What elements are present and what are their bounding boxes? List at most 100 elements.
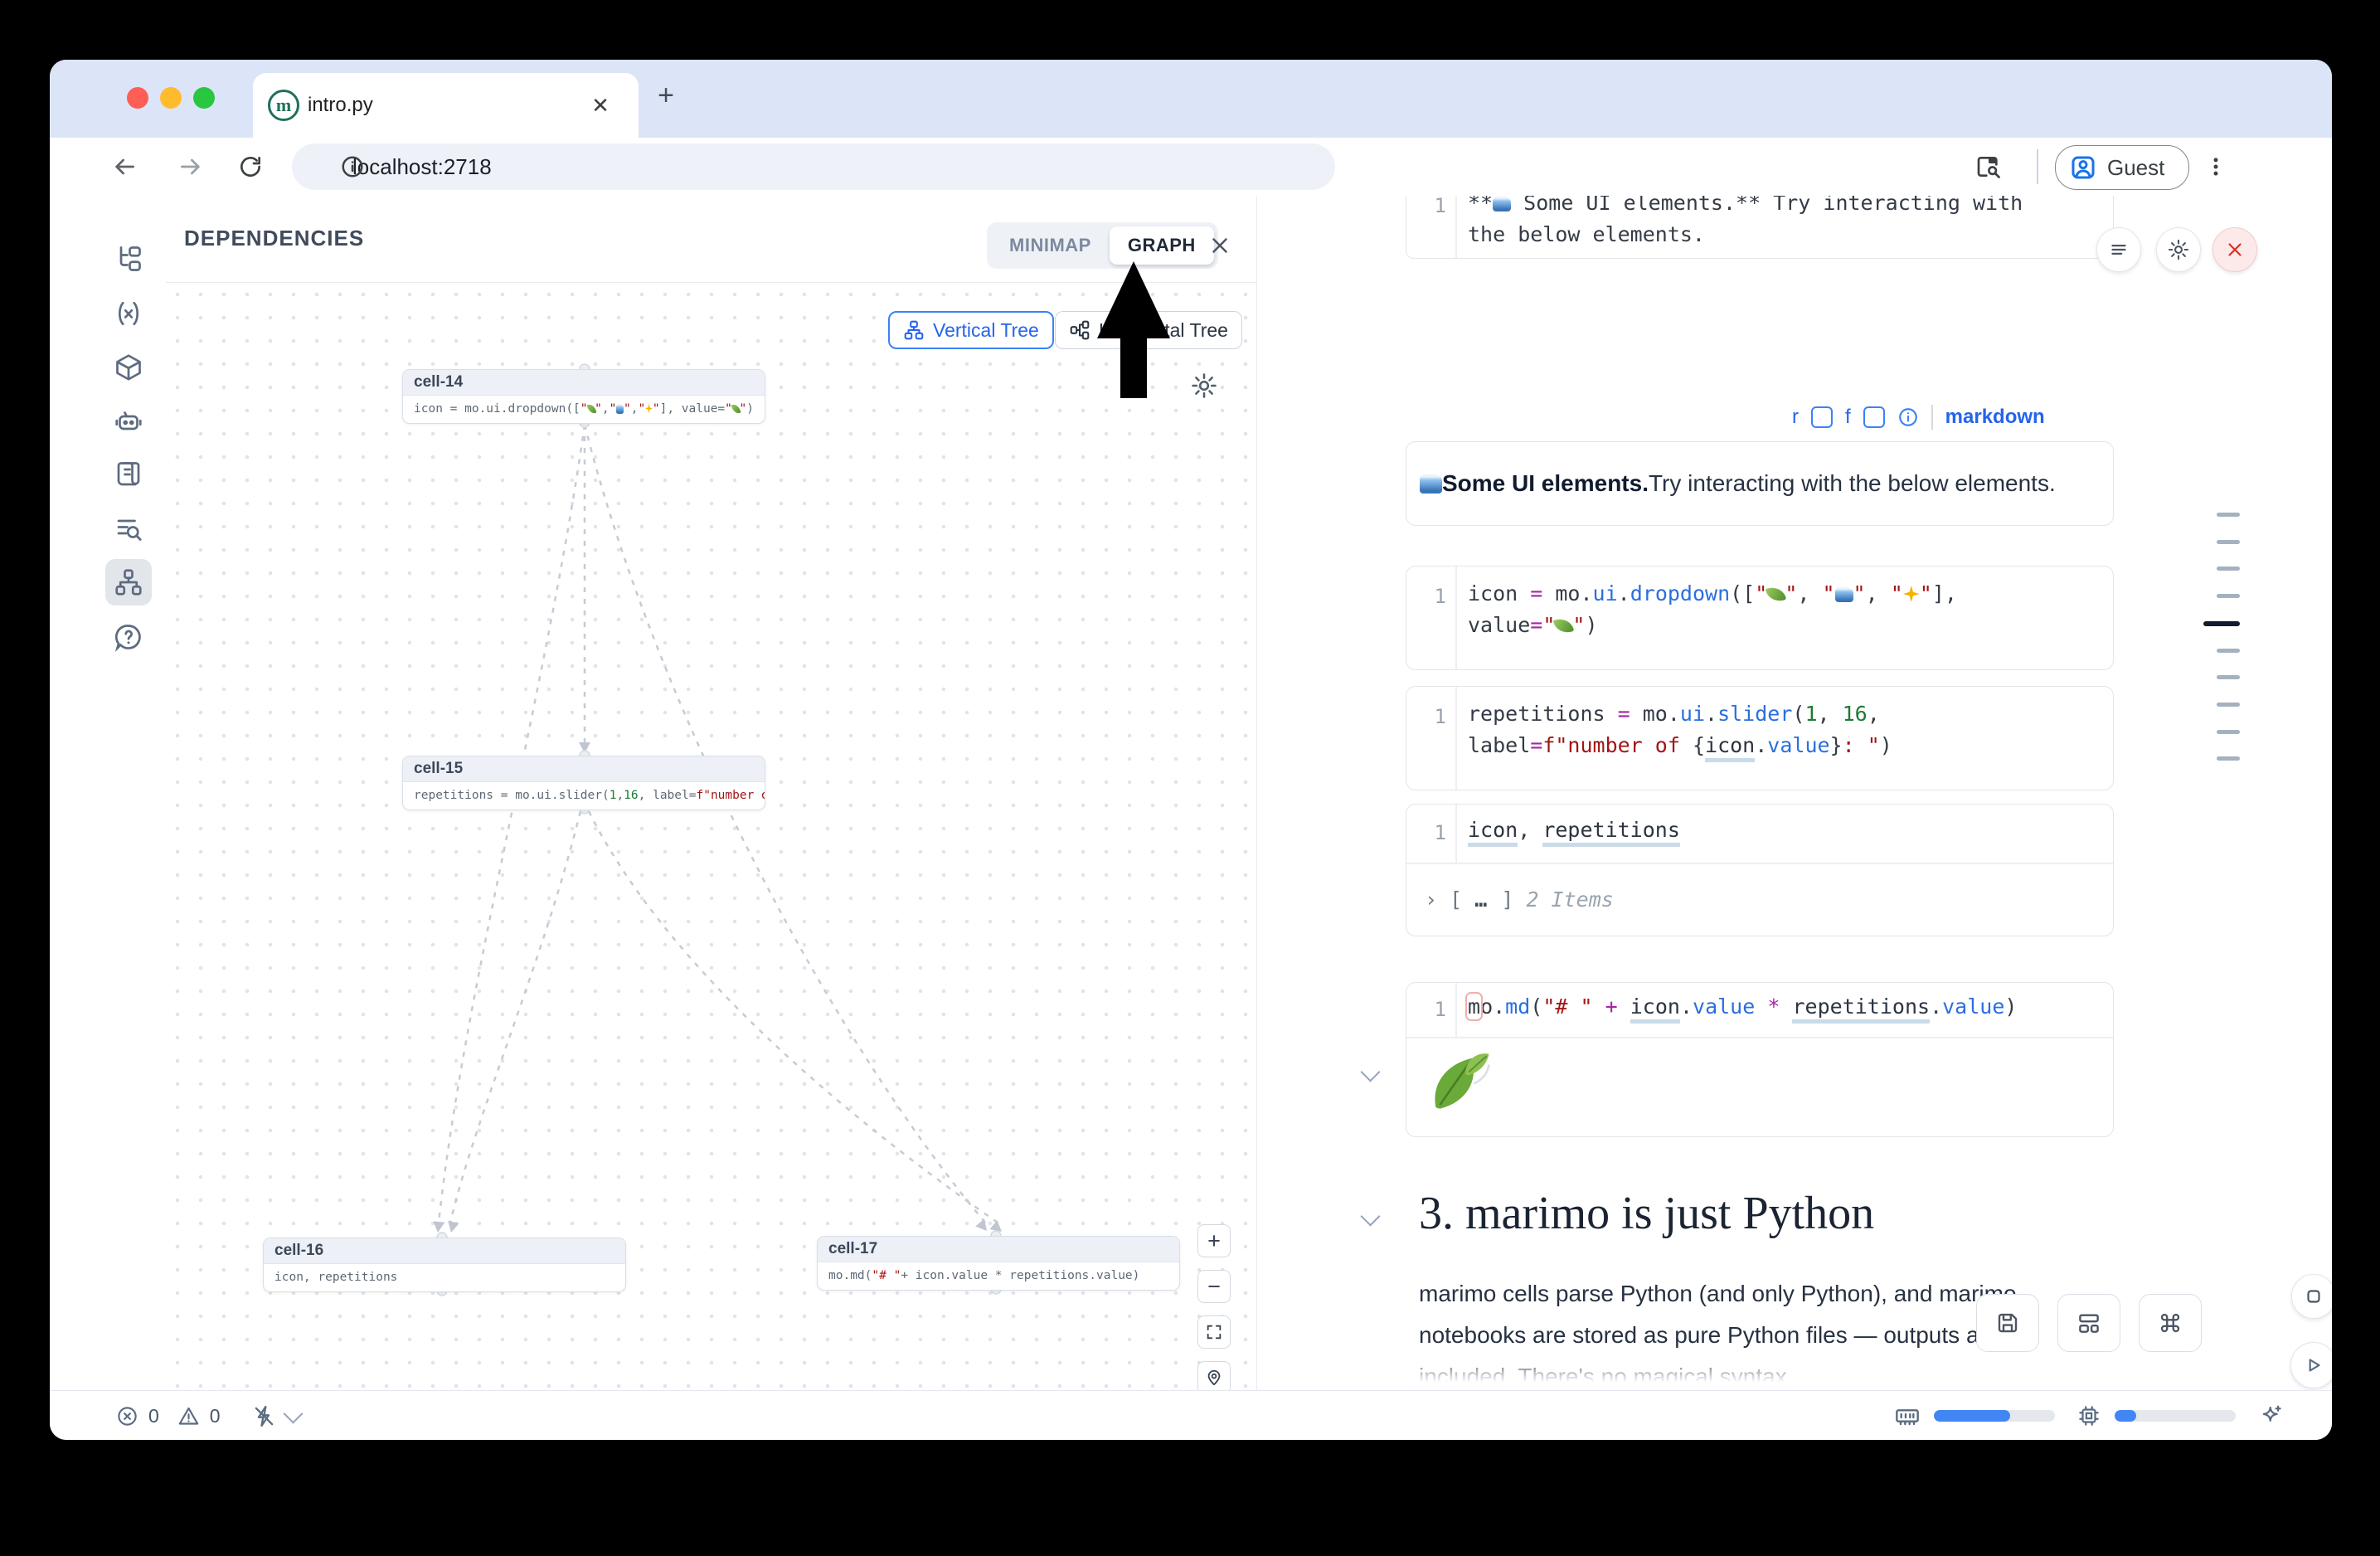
minimize-window-button[interactable] — [160, 87, 182, 109]
markdown-editor-cell[interactable]: 1 ** Some UI elements.** Try interacting… — [1406, 196, 2114, 259]
shutdown-button[interactable] — [2212, 227, 2257, 272]
tab-graph[interactable]: GRAPH — [1110, 226, 1214, 265]
layout-button[interactable] — [2057, 1294, 2120, 1352]
minimap-marker[interactable] — [2217, 675, 2240, 679]
minimap-marker[interactable] — [2217, 566, 2240, 571]
desktop-background: m intro.py ✕ + localhost:2718 Guest — [0, 0, 2380, 1556]
collapsed-output[interactable]: › [ … ] 2 Items — [1425, 887, 2105, 912]
autorun-disabled-icon[interactable] — [252, 1404, 276, 1428]
minimap-marker[interactable] — [2217, 594, 2240, 598]
notebook-sidebar — [50, 196, 167, 1390]
save-button[interactable] — [1976, 1294, 2039, 1352]
collapse-section-chevron-icon[interactable] — [1360, 1206, 1380, 1226]
zoom-window-button[interactable] — [193, 87, 215, 109]
warnings-icon[interactable] — [177, 1405, 200, 1427]
browser-tab[interactable]: m intro.py ✕ — [253, 73, 639, 138]
code-cell-momd[interactable]: 1 mo.md("# " + icon.value * repetitions.… — [1406, 982, 2114, 1137]
graph-node-cell-16[interactable]: cell-16 icon, repetitions — [263, 1238, 626, 1292]
node-code: mo.md("# " + icon.value * repetitions.va… — [818, 1262, 1179, 1288]
errors-icon[interactable] — [116, 1405, 138, 1427]
browser-menu-button[interactable] — [2198, 148, 2234, 185]
tab-close-icon[interactable]: ✕ — [588, 93, 613, 118]
scroll-icon — [114, 460, 143, 489]
minimap-marker[interactable] — [2217, 513, 2240, 517]
graph-node-cell-14[interactable]: cell-14 icon = mo.ui.dropdown(["", "", "… — [402, 369, 765, 424]
back-icon — [111, 153, 138, 180]
sidebar-item-variables[interactable] — [105, 290, 152, 337]
collapse-cell-chevron-icon[interactable] — [1360, 1062, 1380, 1082]
dependency-graph-canvas[interactable] — [166, 282, 1256, 1391]
new-tab-button[interactable]: + — [652, 81, 680, 109]
help-bubble-icon — [114, 622, 143, 652]
notebook-settings-button[interactable] — [2156, 227, 2201, 272]
sidebar-item-packages[interactable] — [105, 344, 152, 391]
ai-sparkle-icon[interactable] — [2259, 1403, 2284, 1428]
code-cell-tuple[interactable]: 1 icon, repetitions › [ … ] 2 Items — [1406, 804, 2114, 936]
minimap-marker[interactable] — [2217, 756, 2240, 761]
reactive-checkbox[interactable] — [1811, 406, 1833, 428]
code-cell-dropdown[interactable]: 1 icon = mo.ui.dropdown(["", "", ""], va… — [1406, 566, 2114, 670]
profile-avatar-icon — [2069, 153, 2097, 182]
notebook-panel: 1 ** Some UI elements.** Try interacting… — [1256, 196, 2332, 1390]
gutter-divider — [1455, 196, 1457, 258]
package-cube-icon — [114, 353, 143, 382]
vertical-tree-button[interactable]: Vertical Tree — [888, 311, 1054, 349]
sidebar-item-table-search[interactable] — [105, 505, 152, 552]
wave-emoji — [616, 404, 624, 414]
code-cell-slider[interactable]: 1 repetitions = mo.ui.slider(1, 16, labe… — [1406, 686, 2114, 790]
tab-search-button[interactable] — [1970, 148, 2007, 185]
markdown-output-cell: Some UI elements. Try interacting with t… — [1406, 441, 2114, 526]
tab-minimap[interactable]: MINIMAP — [991, 226, 1110, 265]
fit-view-button[interactable] — [1197, 1315, 1231, 1349]
minimap-marker[interactable] — [2217, 730, 2240, 734]
reload-button[interactable] — [232, 148, 269, 185]
minimap-marker-active[interactable] — [2203, 621, 2240, 626]
scroll-minimap[interactable] — [2203, 196, 2240, 1390]
profile-button[interactable]: Guest — [2055, 145, 2189, 190]
vertical-tree-label: Vertical Tree — [933, 319, 1039, 342]
sidebar-item-file-explorer[interactable] — [105, 236, 152, 282]
address-bar[interactable]: localhost:2718 — [292, 143, 1335, 190]
line-number: 1 — [1406, 998, 1446, 1021]
node-title: cell-16 — [264, 1238, 625, 1264]
close-icon — [1207, 233, 1232, 258]
code-line: ** Some UI elements.** Try interacting w… — [1468, 196, 2105, 215]
zoom-in-button[interactable]: + — [1197, 1224, 1231, 1257]
search-list-icon — [114, 513, 143, 543]
forward-button[interactable] — [172, 148, 209, 185]
chevron-down-icon[interactable] — [283, 1403, 303, 1423]
sidebar-item-ai-chat[interactable] — [105, 398, 152, 445]
tab-title: intro.py — [308, 94, 373, 117]
node-title: cell-15 — [403, 756, 765, 782]
graph-node-cell-17[interactable]: cell-17 mo.md("# " + icon.value * repeti… — [817, 1236, 1180, 1291]
panel-close-button[interactable] — [1205, 231, 1235, 260]
cell-output-divider — [1406, 1037, 2113, 1038]
graph-settings-button[interactable] — [1190, 372, 1218, 400]
kebab-menu-icon — [2203, 154, 2228, 179]
cell-language-label[interactable]: markdown — [1945, 406, 2045, 429]
info-icon[interactable] — [1897, 406, 1919, 428]
minimap-marker[interactable] — [2217, 540, 2240, 544]
locate-node-button[interactable] — [1197, 1361, 1231, 1394]
browser-window: m intro.py ✕ + localhost:2718 Guest — [50, 60, 2332, 1440]
zoom-out-button[interactable]: − — [1197, 1270, 1231, 1303]
minimap-marker[interactable] — [2217, 649, 2240, 653]
graph-node-cell-15[interactable]: cell-15 repetitions = mo.ui.slider(1, 16… — [402, 756, 765, 810]
sidebar-item-documentation[interactable] — [105, 451, 152, 498]
close-window-button[interactable] — [127, 87, 148, 109]
notebook-menu-button[interactable] — [2096, 227, 2141, 272]
keyboard-shortcuts-button[interactable] — [2139, 1294, 2202, 1352]
sidebar-item-dependency-graph[interactable] — [105, 559, 152, 605]
close-icon — [2224, 239, 2246, 260]
format-checkbox[interactable] — [1863, 406, 1885, 428]
minimap-marker[interactable] — [2217, 703, 2240, 707]
horizontal-tree-label: Horizontal Tree — [1099, 319, 1228, 342]
line-number: 1 — [1406, 196, 1446, 217]
horizontal-tree-button[interactable]: Horizontal Tree — [1055, 311, 1242, 349]
sidebar-item-help[interactable] — [105, 614, 152, 660]
back-button[interactable] — [106, 148, 143, 185]
stop-kernel-button[interactable] — [2291, 1274, 2332, 1319]
memory-usage-fill — [1934, 1410, 2010, 1422]
cell-output-divider — [1406, 863, 2113, 864]
run-cells-button[interactable] — [2290, 1342, 2332, 1388]
